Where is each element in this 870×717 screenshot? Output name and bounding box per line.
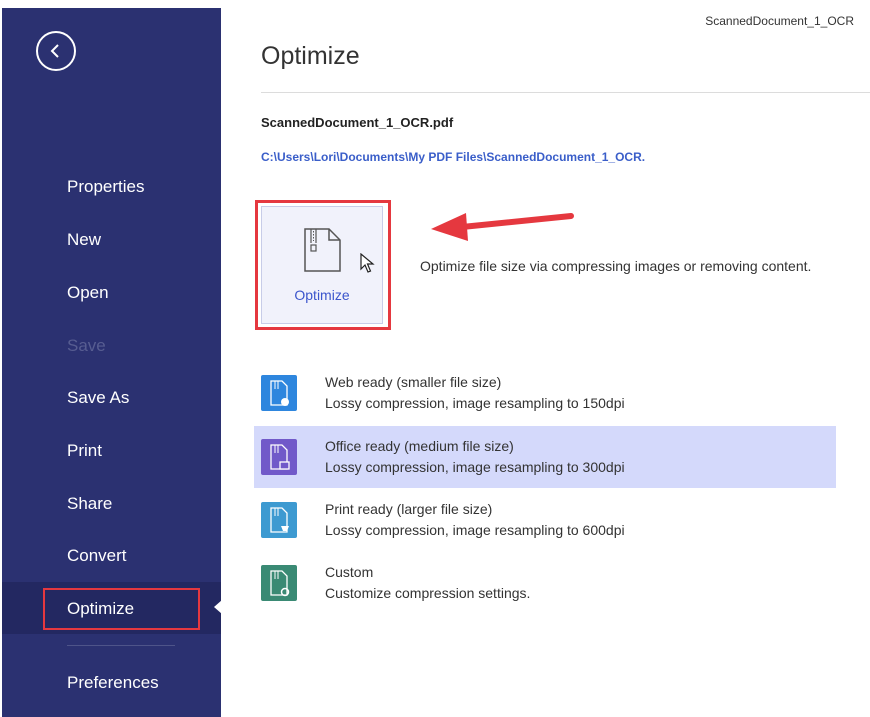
sidebar-divider [67,645,175,646]
sidebar-item-save: Save [67,336,106,355]
optimize-button-label: Optimize [294,287,350,303]
optimize-highlight-box [43,588,200,630]
preset-title: Print ready (larger file size) [325,501,493,517]
back-button[interactable] [36,31,76,71]
mouse-cursor-icon [360,253,375,273]
preset-title: Office ready (medium file size) [325,438,514,454]
preset-subtitle: Lossy compression, image resampling to 3… [325,459,625,475]
optimize-description: Optimize file size via compressing image… [420,258,812,274]
sidebar-item-new[interactable]: New [67,230,101,250]
compress-file-icon [304,228,341,272]
sidebar-item-convert[interactable]: Convert [67,546,127,566]
page-title: Optimize [261,42,360,70]
web-ready-icon [261,375,297,411]
preset-custom[interactable]: Custom Customize compression settings. [254,552,836,614]
preset-subtitle: Lossy compression, image resampling to 1… [325,395,625,411]
top-border [0,0,870,8]
document-title: ScannedDocument_1_OCR [705,14,854,28]
sidebar: Properties New Open Save Save As Print S… [2,8,221,717]
custom-icon [261,565,297,601]
sidebar-item-properties[interactable]: Properties [67,177,144,197]
file-path-link[interactable]: C:\Users\Lori\Documents\My PDF Files\Sca… [261,150,645,164]
preset-title: Custom [325,564,374,580]
preset-subtitle: Customize compression settings. [325,585,531,601]
print-ready-icon [261,502,297,538]
sidebar-item-print[interactable]: Print [67,441,102,461]
preset-subtitle: Lossy compression, image resampling to 6… [325,522,625,538]
office-ready-icon [261,439,297,475]
preset-office-ready[interactable]: Office ready (medium file size) Lossy co… [254,426,836,488]
file-name: ScannedDocument_1_OCR.pdf [261,115,454,130]
sidebar-item-open[interactable]: Open [67,283,109,303]
preset-print-ready[interactable]: Print ready (larger file size) Lossy com… [254,489,836,551]
chevron-left-icon [50,44,59,58]
sidebar-item-save-as[interactable]: Save As [67,388,129,408]
preset-title: Web ready (smaller file size) [325,374,502,390]
annotation-arrow-icon [431,213,574,241]
selected-caret-icon [214,600,222,614]
sidebar-item-share[interactable]: Share [67,494,112,514]
preset-web-ready[interactable]: Web ready (smaller file size) Lossy comp… [254,362,836,424]
sidebar-item-preferences[interactable]: Preferences [67,673,159,693]
title-divider [261,92,870,93]
